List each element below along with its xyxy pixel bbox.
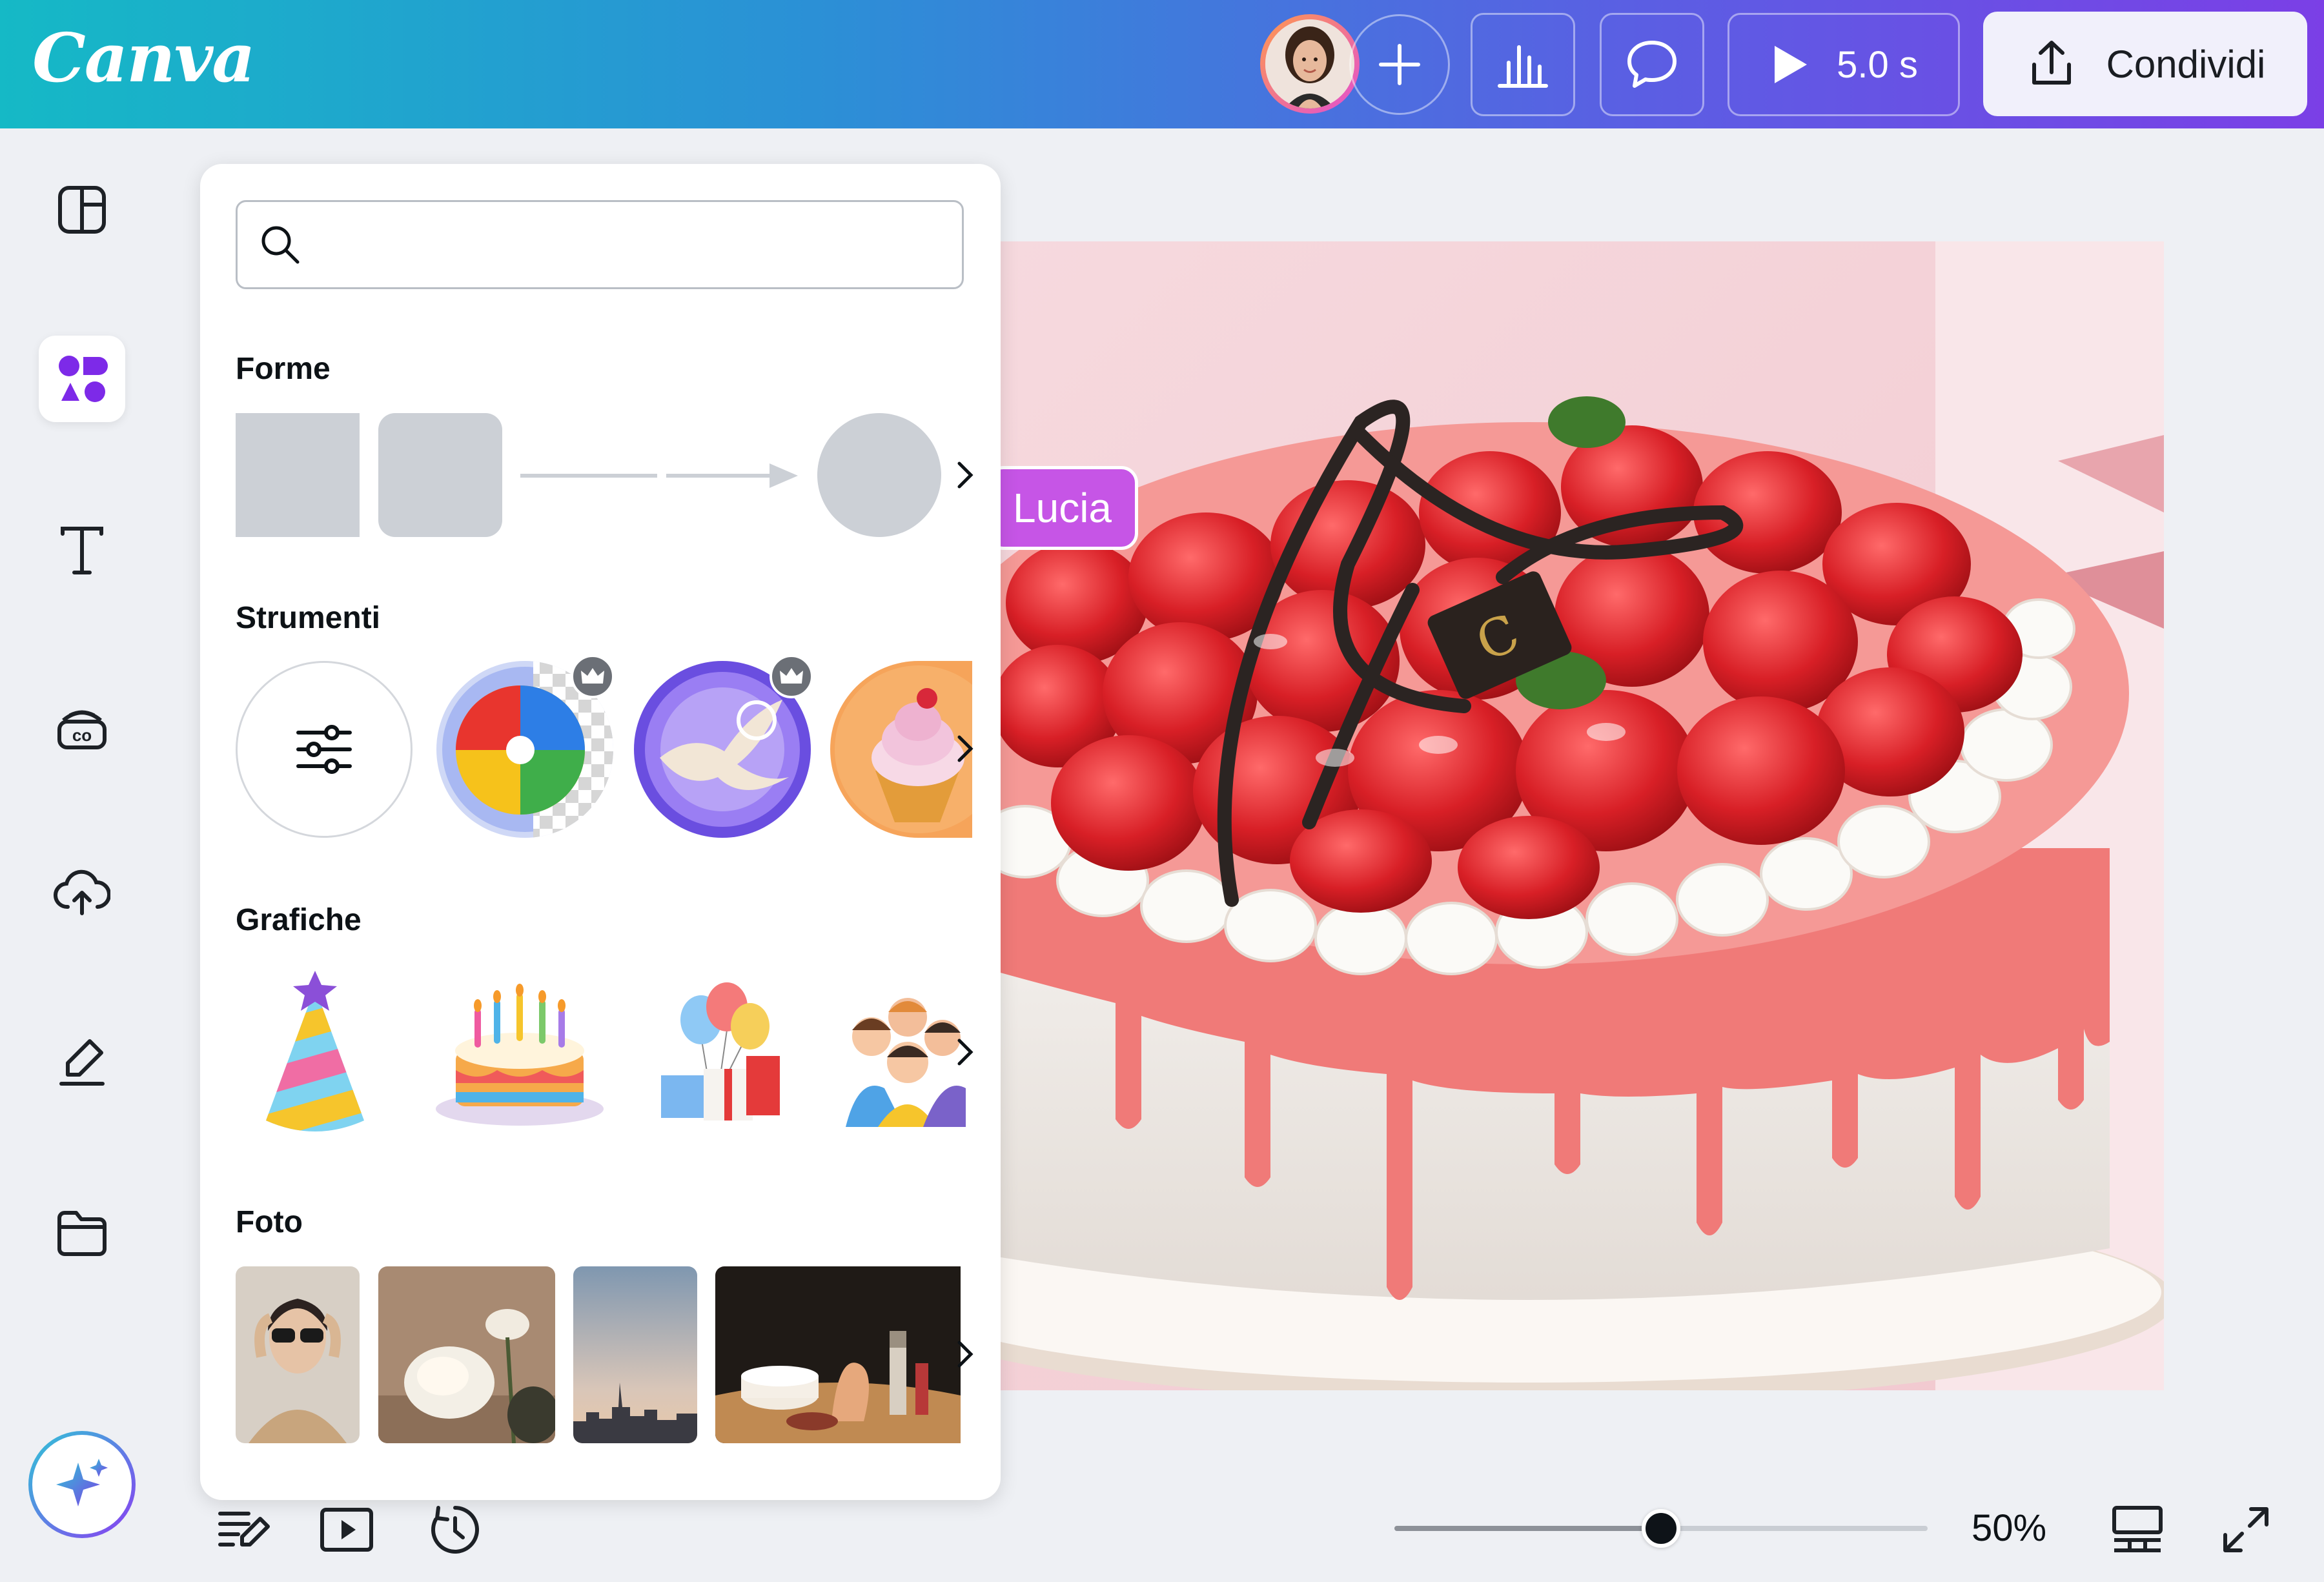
search-icon <box>261 226 300 264</box>
chevron-right-icon <box>957 1341 973 1368</box>
rounded-square-shape[interactable] <box>378 413 502 537</box>
upload-icon <box>54 869 110 915</box>
draw-icon <box>59 1039 105 1086</box>
comments-button[interactable] <box>1600 13 1704 116</box>
present-button[interactable]: 5.0 s <box>1728 13 1960 116</box>
grid-view-icon <box>2112 1506 2163 1552</box>
photo-thumbnail-city[interactable] <box>573 1266 697 1443</box>
square-shape[interactable] <box>236 413 360 537</box>
sidebar-item-text[interactable] <box>39 507 125 594</box>
pro-crown-badge <box>571 654 615 698</box>
chevron-right-icon <box>957 1039 973 1066</box>
magic-sparkle-icon <box>56 1459 108 1506</box>
chevron-right-icon <box>957 461 973 489</box>
timer-button[interactable] <box>426 1501 484 1559</box>
zoom-slider[interactable] <box>1394 1509 1928 1548</box>
crown-icon <box>581 668 604 684</box>
chevron-right-icon <box>957 735 973 762</box>
sliders-icon <box>296 725 352 774</box>
folder-icon <box>57 1211 107 1256</box>
play-duration: 5.0 s <box>1837 43 1918 86</box>
search-input[interactable] <box>318 227 931 262</box>
tool-adjust[interactable] <box>236 661 413 838</box>
zoom-slider-handle[interactable] <box>1642 1509 1680 1548</box>
notes-button[interactable] <box>214 1501 272 1559</box>
sidebar-item-draw[interactable] <box>39 1019 125 1105</box>
timeline-button[interactable] <box>318 1501 376 1559</box>
sidebar-item-brand[interactable]: co <box>39 682 125 768</box>
canva-logo[interactable]: Canva <box>32 18 256 97</box>
group-people-graphic[interactable] <box>846 979 966 1127</box>
sidebar-item-projects[interactable] <box>39 1190 125 1277</box>
photos-next-button[interactable] <box>949 1335 981 1374</box>
photo-thumbnail-cosmetics[interactable] <box>715 1266 961 1443</box>
play-icon <box>1775 46 1808 83</box>
elements-icon <box>59 356 108 402</box>
birthday-cake-graphic[interactable] <box>433 973 607 1128</box>
add-collaborator-button[interactable] <box>1349 14 1450 115</box>
circle-shape[interactable] <box>817 413 941 537</box>
grid-view-button[interactable] <box>2108 1501 2166 1559</box>
plus-icon <box>1379 44 1420 85</box>
section-title-tools: Strumenti <box>236 601 381 635</box>
graphics-next-button[interactable] <box>949 1033 981 1071</box>
zoom-level[interactable]: 50% <box>1972 1506 2046 1550</box>
section-title-shapes: Forme <box>236 352 331 386</box>
svg-text:co: co <box>72 725 92 745</box>
design-canvas-photo[interactable]: C <box>999 241 2164 1390</box>
search-box[interactable] <box>236 200 964 289</box>
layout-icon <box>58 186 106 234</box>
top-bar: Canva 5.0 s Condividi <box>0 0 2324 128</box>
sidebar-item-design[interactable] <box>39 167 125 253</box>
balloons-gifts-graphic[interactable] <box>656 979 782 1127</box>
notes-edit-icon <box>218 1512 270 1547</box>
insights-button[interactable] <box>1471 13 1575 116</box>
expand-icon <box>2223 1507 2268 1552</box>
sidebar-item-uploads[interactable] <box>39 849 125 936</box>
crown-icon <box>780 668 803 684</box>
tools-next-button[interactable] <box>949 729 981 768</box>
photo-thumbnail-woman[interactable] <box>236 1266 360 1443</box>
share-label: Condividi <box>2106 42 2266 86</box>
elements-panel: Forme Strumenti Grafiche Foto <box>200 164 1001 1500</box>
user-avatar[interactable] <box>1260 14 1360 114</box>
collaborator-name-tag: Lucia <box>986 466 1138 550</box>
section-title-graphics: Grafiche <box>236 903 362 937</box>
magic-button[interactable] <box>28 1431 136 1538</box>
section-title-photos: Foto <box>236 1205 303 1239</box>
arrow-line-shape[interactable] <box>666 460 802 492</box>
video-play-icon <box>320 1508 373 1552</box>
comment-icon <box>1627 41 1677 88</box>
bar-chart-icon <box>1498 45 1548 88</box>
sidebar-item-elements[interactable] <box>39 336 125 422</box>
photo-thumbnail-flowers[interactable] <box>378 1266 555 1443</box>
share-upload-icon <box>2032 41 2071 85</box>
fullscreen-button[interactable] <box>2217 1501 2275 1559</box>
zoom-slider-fill <box>1394 1526 1661 1531</box>
brand-icon: co <box>57 710 107 749</box>
line-shape[interactable] <box>520 474 657 478</box>
pro-crown-badge-2 <box>770 654 813 698</box>
share-button[interactable]: Condividi <box>1983 12 2307 116</box>
shapes-next-button[interactable] <box>949 456 981 494</box>
text-icon <box>61 527 103 574</box>
timer-icon <box>431 1506 479 1554</box>
party-hat-graphic[interactable] <box>258 968 372 1137</box>
